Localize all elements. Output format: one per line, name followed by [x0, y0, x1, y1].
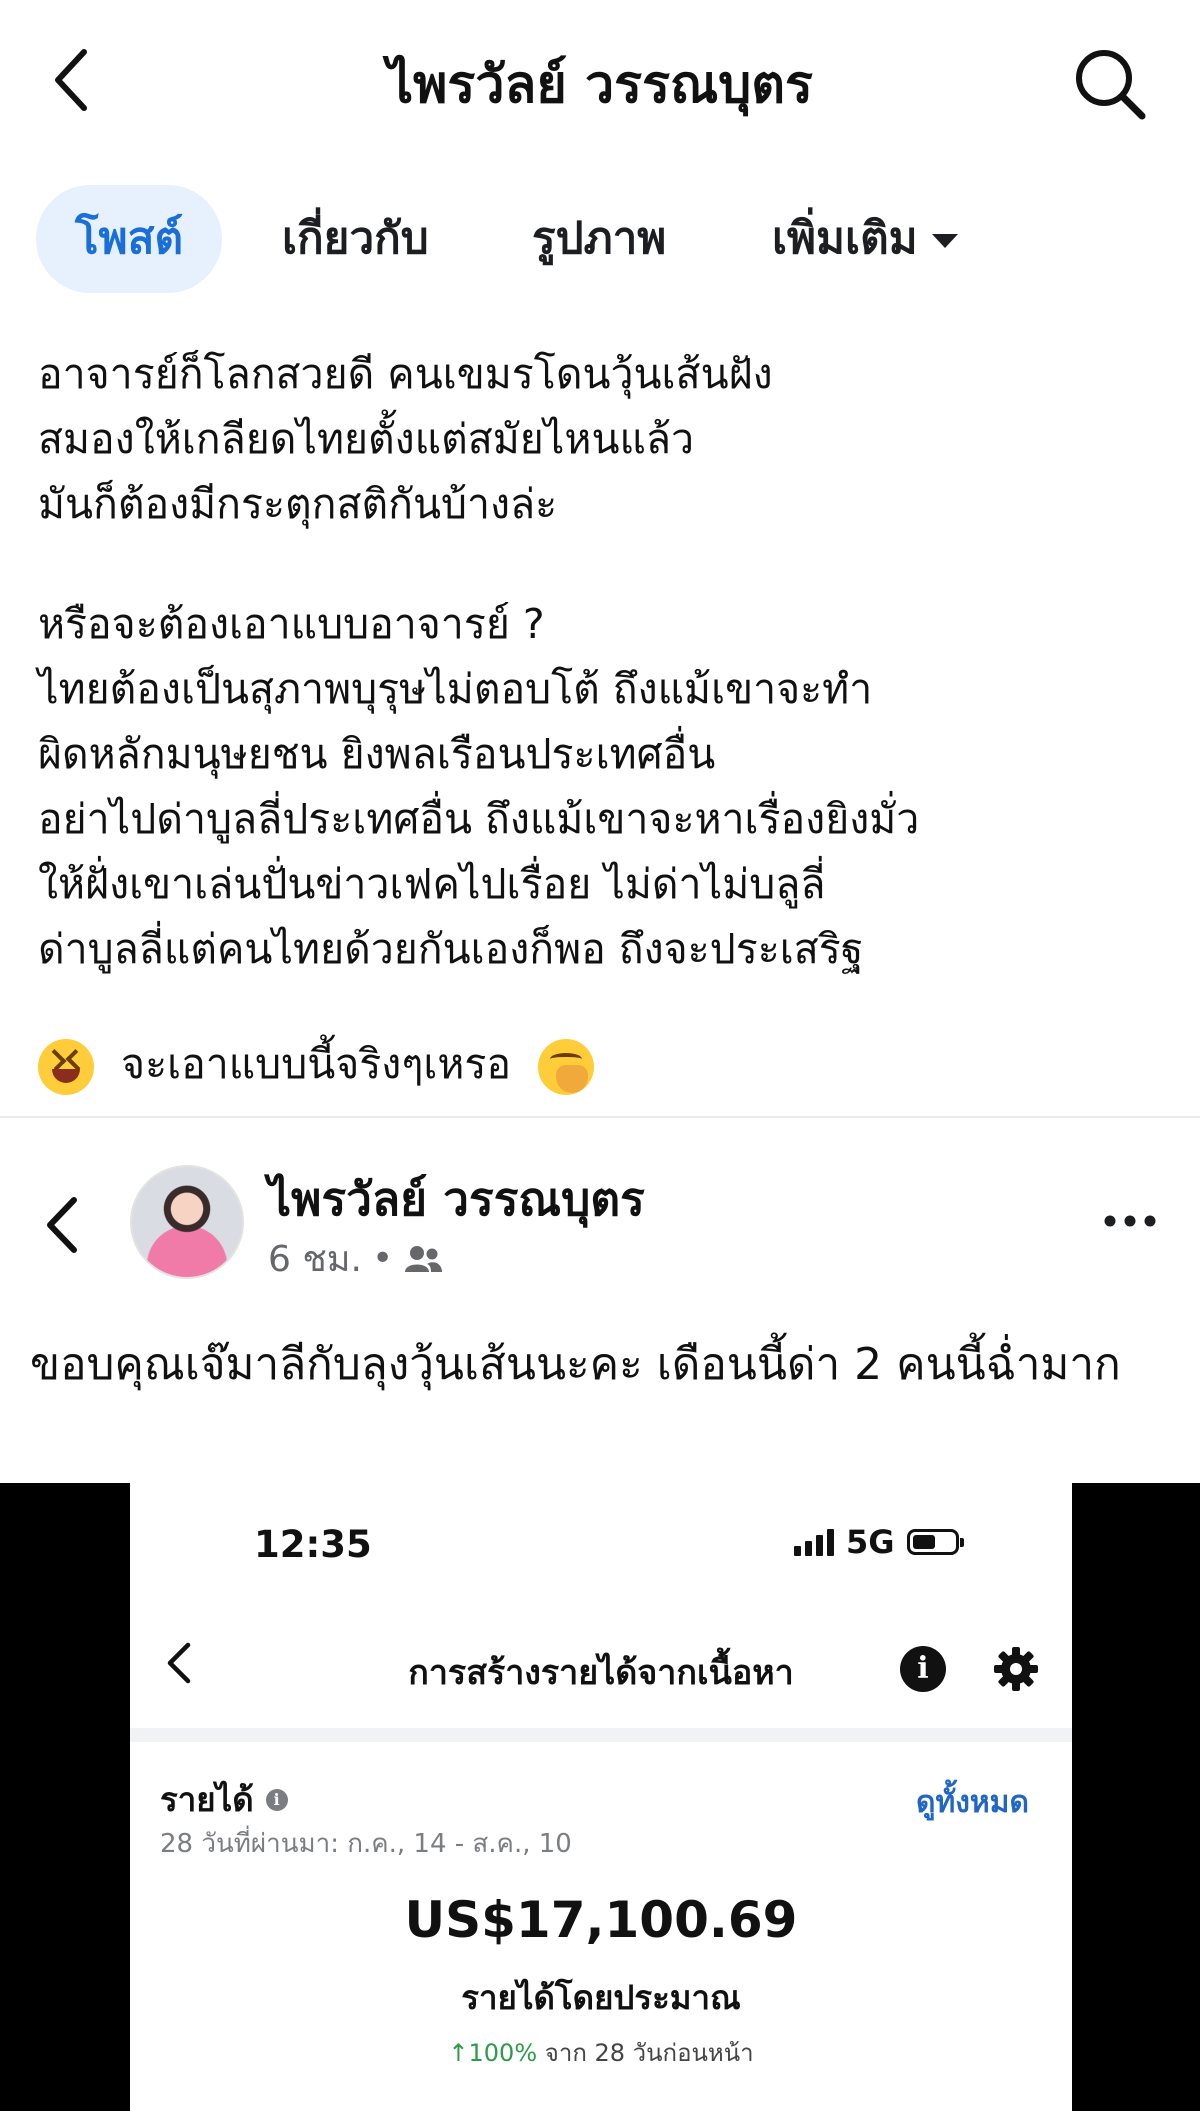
signal-icon: [794, 1528, 834, 1556]
chevron-left-icon: [47, 1197, 77, 1253]
post-line: มันก็ต้องมีกระตุกสติกันบ้างล่ะ: [38, 480, 558, 528]
tab-more[interactable]: เพิ่มเติม: [772, 185, 958, 293]
search-icon: [1076, 50, 1146, 120]
section-divider: [130, 1728, 1072, 1742]
battery-icon: [906, 1529, 964, 1555]
gear-icon: [990, 1643, 1042, 1695]
post1-closing: จะเอาแบบนี้จริงๆเหรอ: [38, 1032, 1168, 1097]
laughing-emoji-icon: [38, 1039, 94, 1095]
tab-posts[interactable]: โพสต์: [36, 185, 222, 293]
earnings-amount-label: รายได้โดยประมาณ: [461, 1978, 741, 2017]
tab-photos[interactable]: รูปภาพ: [532, 185, 666, 293]
embedded-screenshot[interactable]: 12:35 5G การสร้างรายได้จากเนื้อหา i รายไ…: [130, 1483, 1072, 2111]
page-title: ไพรวัลย์ วรรณบุตร: [386, 55, 813, 115]
post-line: ด่าบูลลี่แต่คนไทยด้วยกันเองก็พอ ถึงจะประ…: [38, 925, 864, 973]
post-meta: 6 ชม. •: [268, 1230, 443, 1287]
status-indicators: 5G: [794, 1523, 964, 1561]
more-options-button[interactable]: [1100, 1206, 1160, 1236]
post-line: หรือจะต้องเอาแบบอาจารย์ ?: [38, 600, 545, 648]
post1-paragraph1: อาจารย์ก็โลกสวยดี คนเขมรโดนวุ้นเส้นฝัง ส…: [38, 342, 1168, 537]
post-author-name[interactable]: ไพรวัลย์ วรรณบุตร: [268, 1163, 645, 1236]
meta-separator: •: [371, 1238, 394, 1279]
earnings-change: ↑100% จาก 28 วันก่อนหน้า: [130, 2033, 1072, 2072]
change-text: จาก 28 วันก่อนหน้า: [544, 2039, 754, 2067]
post-line: อาจารย์ก็โลกสวยดี คนเขมรโดนวุ้นเส้นฝัง: [38, 350, 773, 398]
post2-text: ขอบคุณเจ๊มาลีกับลุงวุ้นเส้นนะคะ เดือนนี้…: [30, 1339, 1121, 1390]
earnings-amount: US$17,100.69: [404, 1891, 798, 1949]
see-all-link: ดูทั้งหมด: [916, 1785, 1029, 1820]
post-back-button[interactable]: [38, 1190, 88, 1260]
friends-icon: [405, 1245, 443, 1272]
post-time[interactable]: 6 ชม.: [268, 1230, 362, 1287]
search-button[interactable]: [1070, 44, 1150, 124]
change-percent: ↑100%: [448, 2039, 538, 2067]
hand-over-mouth-emoji-icon: [538, 1039, 595, 1095]
more-dots-icon: [1104, 1215, 1156, 1227]
post-line: ให้ฝั่งเขาเล่นปั่นข่าวเฟคไปเรื่อย ไม่ด่า…: [38, 860, 826, 908]
post-divider: [0, 1116, 1200, 1118]
post-line: ไทยต้องเป็นสุภาพบุรุษไม่ตอบโต้ ถึงแม้เขา…: [38, 665, 873, 713]
earnings-label: รายได้ i: [160, 1773, 288, 1826]
tab-about[interactable]: เกี่ยวกับ: [282, 185, 429, 293]
earnings-range: 28 วันที่ผ่านมา: ก.ค., 14 - ส.ค., 10: [160, 1829, 572, 1859]
post1-paragraph2: หรือจะต้องเอาแบบอาจารย์ ? ไทยต้องเป็นสุภ…: [38, 592, 1168, 982]
post-line: ผิดหลักมนุษยชน ยิงพลเรือนประเทศอื่น: [38, 730, 716, 778]
status-time: 12:35: [254, 1523, 372, 1566]
tab-more-label: เพิ่มเติม: [772, 213, 918, 264]
top-header: ไพรวัลย์ วรรณบุตร: [0, 0, 1200, 165]
earnings-label-text: รายได้: [160, 1780, 254, 1819]
post1-closing-text: จะเอาแบบนี้จริงๆเหรอ: [121, 1040, 512, 1088]
caret-down-icon: [931, 234, 958, 248]
post-line: อย่าไปด่าบูลลี่ประเทศอื่น ถึงแม้เขาจะหาเ…: [38, 795, 920, 843]
info-small-icon: i: [265, 1788, 288, 1811]
network-label: 5G: [846, 1523, 895, 1561]
post-line: สมองให้เกลียดไทยตั้งแต่สมัยไหนแล้ว: [38, 415, 695, 463]
info-icon: i: [900, 1646, 946, 1692]
avatar[interactable]: [130, 1165, 244, 1279]
